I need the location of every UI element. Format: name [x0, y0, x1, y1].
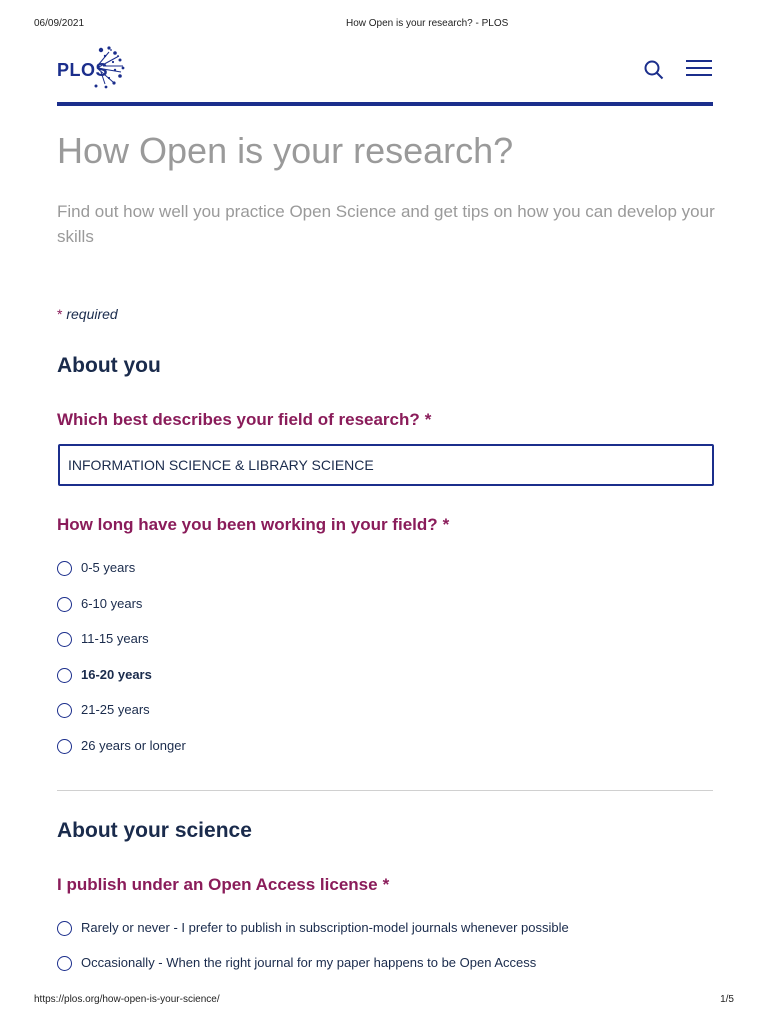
- section-heading-about-you: About you: [57, 354, 161, 377]
- question-open-access-license: I publish under an Open Access license *: [57, 875, 389, 895]
- radio-button[interactable]: [57, 597, 72, 612]
- radio-button[interactable]: [57, 956, 72, 971]
- required-note: * required: [57, 306, 118, 322]
- option-label: Rarely or never - I prefer to publish in…: [81, 919, 569, 935]
- site-header: PLOS: [57, 42, 713, 104]
- field-of-research-input[interactable]: [58, 444, 714, 486]
- section-divider: [57, 790, 713, 791]
- required-star: *: [442, 515, 450, 534]
- radio-button[interactable]: [57, 632, 72, 647]
- menu-bar: [686, 60, 712, 62]
- question-text: I publish under an Open Access license: [57, 875, 378, 894]
- option-label: 11-15 years: [81, 630, 149, 646]
- plos-logo[interactable]: PLOS: [57, 44, 129, 90]
- page-title: How Open is your research?: [57, 130, 514, 171]
- required-star: *: [424, 410, 432, 429]
- radio-option-0-5-years[interactable]: 0-5 years: [57, 557, 135, 577]
- radio-option-occasionally[interactable]: Occasionally - When the right journal fo…: [57, 952, 536, 972]
- question-field-of-research: Which best describes your field of resea…: [57, 410, 431, 430]
- radio-option-21-25-years[interactable]: 21-25 years: [57, 699, 150, 719]
- print-title: How Open is your research? - PLOS: [346, 18, 509, 29]
- option-label: 26 years or longer: [81, 737, 186, 753]
- option-label: Occasionally - When the right journal fo…: [81, 954, 537, 970]
- menu-bar: [686, 67, 712, 69]
- radio-option-6-10-years[interactable]: 6-10 years: [57, 593, 142, 613]
- radio-button[interactable]: [57, 561, 72, 576]
- option-label: 6-10 years: [81, 595, 143, 611]
- required-star: *: [382, 875, 390, 894]
- radio-button[interactable]: [57, 739, 72, 754]
- print-url: https://plos.org/how-open-is-your-scienc…: [34, 994, 220, 1005]
- question-years-in-field: How long have you been working in your f…: [57, 515, 449, 535]
- radio-button[interactable]: [57, 921, 72, 936]
- required-text: required: [66, 306, 118, 322]
- question-text: Which best describes your field of resea…: [57, 410, 420, 429]
- radio-option-rarely-or-never[interactable]: Rarely or never - I prefer to publish in…: [57, 917, 569, 937]
- required-star: *: [57, 306, 63, 322]
- question-text: How long have you been working in your f…: [57, 515, 438, 534]
- print-date: 06/09/2021: [34, 18, 85, 29]
- radio-option-11-15-years[interactable]: 11-15 years: [57, 628, 149, 648]
- menu-bar: [686, 74, 712, 76]
- page-subtitle: Find out how well you practice Open Scie…: [57, 202, 715, 246]
- print-page-number: 1/5: [720, 994, 734, 1005]
- hamburger-menu-icon[interactable]: [686, 60, 712, 78]
- print-header: 06/09/2021 How Open is your research? - …: [0, 18, 768, 30]
- option-label: 0-5 years: [81, 559, 136, 575]
- logo-burst-icon: [94, 46, 125, 89]
- search-button[interactable]: [643, 59, 665, 81]
- radio-button[interactable]: [57, 668, 72, 683]
- radio-option-16-20-years[interactable]: 16-20 years: [57, 664, 152, 684]
- header-rule: [57, 102, 713, 106]
- section-heading-about-your-science: About your science: [57, 819, 252, 842]
- option-label: 16-20 years: [81, 666, 152, 682]
- radio-button[interactable]: [57, 703, 72, 718]
- radio-option-26-plus-years[interactable]: 26 years or longer: [57, 735, 186, 755]
- search-icon: [644, 60, 664, 80]
- option-label: 21-25 years: [81, 701, 150, 717]
